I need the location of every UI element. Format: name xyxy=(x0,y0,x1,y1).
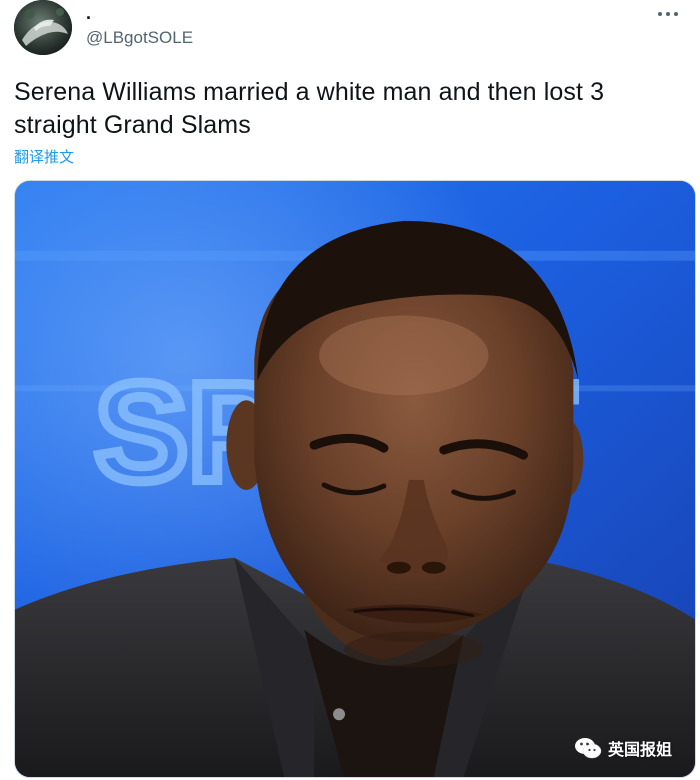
more-dot-icon xyxy=(674,12,678,16)
tweet-media-image[interactable]: SPORT xyxy=(14,180,696,778)
watermark: 英国报姐 xyxy=(574,736,672,760)
display-name[interactable]: . xyxy=(86,4,91,22)
translate-tweet-link[interactable]: 翻译推文 xyxy=(14,146,74,167)
more-dot-icon xyxy=(666,12,670,16)
user-handle[interactable]: @LBgotSOLE xyxy=(86,28,193,48)
more-dot-icon xyxy=(658,12,662,16)
avatar[interactable] xyxy=(14,0,72,55)
watermark-label: 英国报姐 xyxy=(608,742,673,759)
tweet-text: Serena Williams married a white man and … xyxy=(14,78,605,139)
avatar-image xyxy=(14,0,72,55)
more-options-button[interactable] xyxy=(650,4,686,24)
photo-illustration: SPORT xyxy=(15,181,695,777)
wechat-icon xyxy=(575,738,602,759)
